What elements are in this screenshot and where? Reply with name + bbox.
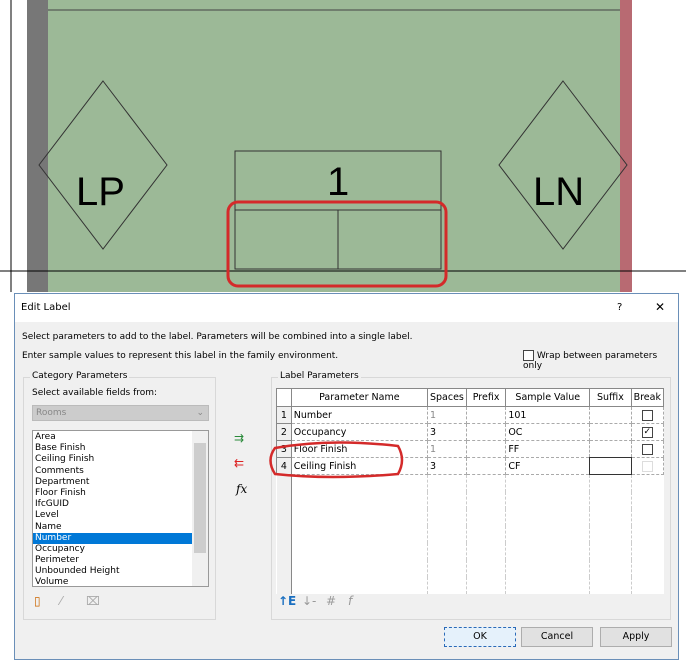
label-parameters-table: Parameter Name Spaces Prefix Sample Value Su…: [276, 388, 665, 594]
cell-suffix[interactable]: [589, 440, 632, 458]
cell-prefix[interactable]: [465, 406, 507, 424]
field-item[interactable]: Department: [33, 477, 208, 488]
cell-spaces[interactable]: 1: [426, 440, 467, 458]
cell-name[interactable]: Number: [290, 406, 428, 424]
field-item[interactable]: Level: [33, 510, 208, 521]
table-row[interactable]: 1 Number 1 101: [276, 406, 665, 424]
cell-sample[interactable]: FF: [505, 440, 591, 458]
edit-parameter-icon[interactable]: ⁄: [60, 594, 62, 608]
numbering-icon[interactable]: #: [326, 594, 336, 608]
field-item[interactable]: Unbounded Height: [33, 566, 208, 577]
move-down-icon[interactable]: ↓-: [302, 594, 316, 608]
break-checkbox[interactable]: [641, 409, 653, 421]
formula-icon[interactable]: fx: [236, 482, 247, 496]
fields-from-select[interactable]: Rooms ⌄: [32, 405, 209, 421]
column-header: Spaces: [426, 388, 467, 407]
category-group-label: Category Parameters: [30, 371, 130, 381]
cell-name[interactable]: Ceiling Finish: [290, 457, 428, 475]
chevron-down-icon: ⌄: [196, 408, 204, 418]
cell-sample[interactable]: 101: [505, 406, 591, 424]
cancel-button[interactable]: Cancel: [521, 627, 593, 647]
close-button[interactable]: ✕: [655, 300, 665, 314]
fields-list[interactable]: Area Base Finish Ceiling Finish Comments Dep…: [32, 430, 209, 587]
cell-prefix[interactable]: [465, 440, 507, 458]
cell-suffix[interactable]: [589, 406, 632, 424]
label-group-label: Label Parameters: [278, 371, 361, 381]
field-item[interactable]: Comments: [33, 466, 208, 477]
column-header: Sample Value: [505, 388, 591, 407]
add-parameter-icon[interactable]: ⇉: [234, 431, 244, 445]
move-up-icon[interactable]: ↑E: [278, 594, 296, 608]
cell-spaces[interactable]: 1: [426, 406, 467, 424]
column-header: Parameter Name: [290, 388, 428, 407]
cell-name[interactable]: Occupancy: [290, 423, 428, 441]
table-row[interactable]: 4 Ceiling Finish 3 CF: [276, 457, 665, 475]
cell-spaces[interactable]: 3: [426, 457, 467, 475]
cell-suffix[interactable]: [589, 457, 632, 475]
apply-button[interactable]: Apply: [600, 627, 672, 647]
room-number-label: 1: [327, 160, 350, 204]
break-checkbox[interactable]: [641, 460, 653, 472]
select-fields-label: Select available fields from:: [32, 388, 158, 398]
column-header: Suffix: [589, 388, 632, 407]
field-item[interactable]: Volume: [33, 577, 208, 588]
field-item[interactable]: Perimeter: [33, 555, 208, 566]
field-item[interactable]: Floor Finish: [33, 488, 208, 499]
ok-button[interactable]: OK: [444, 627, 516, 647]
tag-ln: LN: [533, 170, 585, 214]
field-item[interactable]: IfcGUID: [33, 499, 208, 510]
category-parameters-group: Category Parameters Select available fie…: [23, 371, 216, 620]
dialog-title: Edit Label: [21, 302, 71, 313]
table-row[interactable]: 2 Occupancy 3 OC ✓: [276, 423, 665, 441]
cell-sample[interactable]: CF: [505, 457, 591, 475]
field-item[interactable]: Name: [33, 522, 208, 533]
field-item[interactable]: Base Finish: [33, 443, 208, 454]
formula-edit-icon[interactable]: f: [348, 594, 352, 608]
instruction-2: Enter sample values to represent this la…: [22, 351, 339, 361]
remove-parameter-icon[interactable]: ⇇: [234, 456, 244, 470]
cell-prefix[interactable]: [465, 457, 507, 475]
field-item[interactable]: Number: [33, 532, 193, 544]
list-scrollbar[interactable]: [192, 431, 208, 586]
break-checkbox[interactable]: [641, 443, 653, 455]
wrap-label: Wrap between parameters only: [523, 351, 658, 371]
title-bar: Edit Label ? ✕: [15, 294, 678, 322]
table-row[interactable]: 3 Floor Finish 1 FF: [276, 440, 665, 458]
edit-label-dialog: Edit Label ? ✕ Select parameters to add …: [14, 293, 679, 660]
delete-parameter-icon[interactable]: ⌧: [86, 594, 100, 608]
cell-prefix[interactable]: [465, 423, 507, 441]
cell-n: 4: [276, 457, 292, 475]
new-parameter-icon[interactable]: ▯: [34, 594, 41, 608]
left-wall: [27, 0, 48, 292]
break-checkbox[interactable]: ✓: [641, 426, 653, 438]
cell-n: 1: [276, 406, 292, 424]
cell-suffix[interactable]: [589, 423, 632, 441]
cell-n: 3: [276, 440, 292, 458]
wrap-checkbox[interactable]: Wrap between parameters only: [523, 350, 678, 371]
cell-name[interactable]: Floor Finish: [290, 440, 428, 458]
cell-sample[interactable]: OC: [505, 423, 591, 441]
field-item[interactable]: Occupancy: [33, 544, 208, 555]
label-parameters-group: Label Parameters Parameter Name Spaces Pre…: [271, 371, 671, 620]
cell-n: 2: [276, 423, 292, 441]
right-wall: [620, 0, 632, 292]
column-header: Break: [630, 388, 665, 407]
column-header: Prefix: [465, 388, 507, 407]
tag-lp: LP: [76, 170, 125, 214]
field-item[interactable]: Area: [33, 432, 208, 443]
column-header: [276, 388, 292, 407]
instruction-1: Select parameters to add to the label. P…: [22, 332, 413, 342]
room-floor: [48, 0, 620, 292]
field-item[interactable]: Ceiling Finish: [33, 454, 208, 465]
cell-spaces[interactable]: 3: [426, 423, 467, 441]
help-button[interactable]: ?: [617, 302, 622, 313]
